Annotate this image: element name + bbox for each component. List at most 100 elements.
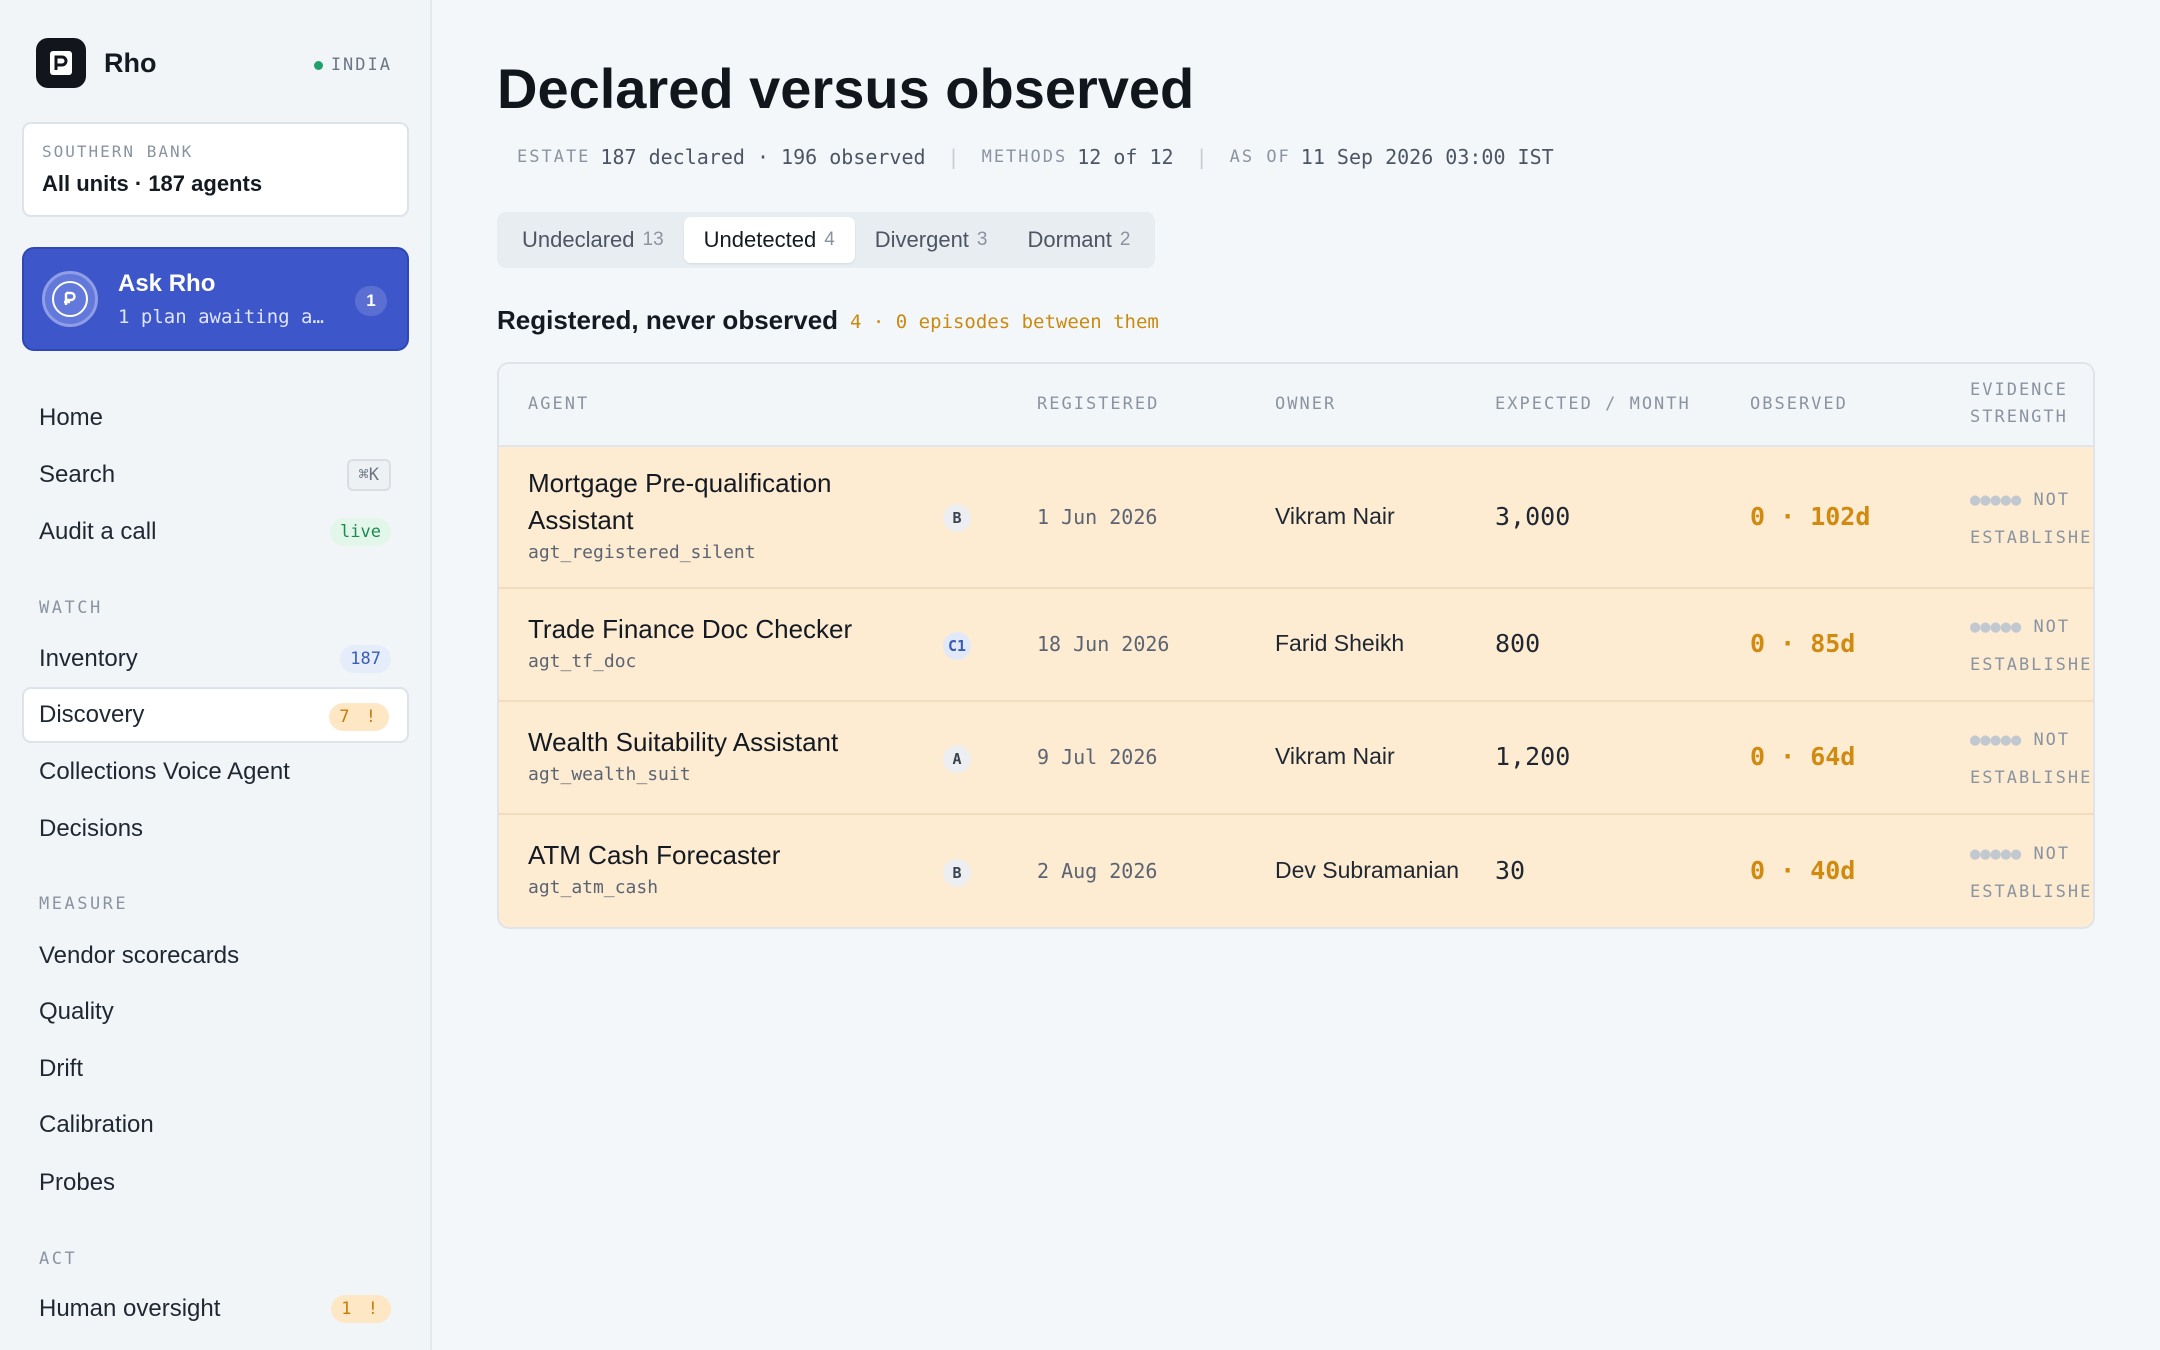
nav-label: Search xyxy=(39,461,116,488)
expected-volume: 3,000 xyxy=(1495,502,1571,531)
table-row[interactable]: Trade Finance Doc Checker agt_tf_doc C1 … xyxy=(499,589,2093,702)
tab-divergent[interactable]: Divergent 3 xyxy=(855,217,1008,263)
table-header: AGENT REGISTERED OWNER EXPECTED / MONTH … xyxy=(499,364,2093,447)
evidence-text: NOT xyxy=(2033,617,2071,637)
evidence-text: ESTABLISHED xyxy=(1970,882,2095,902)
header-line: STRENGTH xyxy=(1970,407,2068,427)
meta-key: AS OF xyxy=(1229,147,1291,167)
shortcut-badge: ⌘K xyxy=(346,459,391,491)
nav-home[interactable]: Home xyxy=(22,390,409,446)
sidebar: Rho INDIA SOUTHERN BANK All units · 187 … xyxy=(0,0,432,1350)
column-header-observed[interactable]: OBSERVED xyxy=(1750,391,1848,418)
nav-label: Human oversight xyxy=(39,1295,221,1322)
observed-value: 0 · 102d xyxy=(1750,502,1871,531)
nav-drift[interactable]: Drift xyxy=(22,1041,409,1097)
agent-name[interactable]: Mortgage Pre-qualification Assistant xyxy=(528,465,898,539)
evidence-strength: ●●●●● NOT ESTABLISHED xyxy=(1970,835,2095,911)
registered-date: 9 Jul 2026 xyxy=(1037,745,1158,769)
nav-search[interactable]: Search ⌘K xyxy=(22,447,409,503)
rho-avatar-icon xyxy=(42,271,98,327)
owner-name: Farid Sheikh xyxy=(1275,630,1405,656)
nav-label: Home xyxy=(39,404,104,431)
strength-dots-icon: ●●●●● xyxy=(1970,617,2022,637)
tab-count: 3 xyxy=(976,229,988,250)
ask-title: Ask Rho xyxy=(118,270,216,297)
alert-badge: 1 ! xyxy=(331,1295,391,1323)
tab-label: Divergent xyxy=(874,227,969,252)
nav-inventory[interactable]: Inventory 187 xyxy=(22,631,409,687)
status-dot-icon xyxy=(313,60,323,70)
column-header-evidence[interactable]: EVIDENCE STRENGTH xyxy=(1970,377,2068,431)
brand-name: Rho xyxy=(104,47,157,78)
evidence-strength: ●●●●● NOT ESTABLISHED xyxy=(1970,721,2095,797)
table-row[interactable]: Mortgage Pre-qualification Assistant agt… xyxy=(499,447,2093,589)
count-badge: 187 xyxy=(340,645,391,673)
page-title: Declared versus observed xyxy=(497,57,1195,120)
section-watch: WATCH xyxy=(39,598,103,618)
header-line: EVIDENCE xyxy=(1970,380,2068,400)
agents-table: AGENT REGISTERED OWNER EXPECTED / MONTH … xyxy=(497,362,2095,929)
agent-id: agt_atm_cash xyxy=(528,877,659,898)
tab-count: 4 xyxy=(824,229,835,250)
live-badge: live xyxy=(330,518,391,546)
tab-undeclared[interactable]: Undeclared 13 xyxy=(502,217,684,263)
column-header-registered[interactable]: REGISTERED xyxy=(1037,391,1159,418)
brand[interactable]: Rho xyxy=(36,38,156,88)
agent-name[interactable]: ATM Cash Forecaster xyxy=(528,837,898,874)
tier-badge: B xyxy=(943,859,971,887)
observed-value: 0 · 85d xyxy=(1750,629,1856,658)
agent-name[interactable]: Wealth Suitability Assistant xyxy=(528,724,898,761)
expected-volume: 800 xyxy=(1495,629,1541,658)
section-measure: MEASURE xyxy=(39,894,129,914)
agent-id: agt_wealth_suit xyxy=(528,764,691,785)
table-row[interactable]: ATM Cash Forecaster agt_atm_cash B 2 Aug… xyxy=(499,815,2095,927)
observed-value: 0 · 64d xyxy=(1750,742,1856,771)
tab-count: 2 xyxy=(1119,229,1131,250)
nav-label: Calibration xyxy=(39,1111,154,1138)
nav-vendor-scorecards[interactable]: Vendor scorecards xyxy=(22,928,409,984)
nav-discovery[interactable]: Discovery 7 ! xyxy=(22,687,409,743)
tab-count: 13 xyxy=(642,229,664,250)
agent-cell: ATM Cash Forecaster agt_atm_cash xyxy=(528,837,898,898)
nav-human-oversight[interactable]: Human oversight 1 ! xyxy=(22,1281,409,1337)
nav-label: Inventory xyxy=(39,645,138,672)
nav-label: Discovery xyxy=(39,701,145,728)
org-scope: All units · 187 agents xyxy=(42,171,263,196)
section-title: Registered, never observed xyxy=(497,305,839,335)
meta-key: METHODS xyxy=(981,147,1068,167)
org-switcher[interactable]: SOUTHERN BANK All units · 187 agents xyxy=(22,122,409,217)
evidence-text: ESTABLISHED xyxy=(1970,655,2095,675)
evidence-text: NOT xyxy=(2033,730,2071,750)
nav-decisions[interactable]: Decisions xyxy=(22,801,409,857)
table-row[interactable]: Wealth Suitability Assistant agt_wealth_… xyxy=(499,702,2093,815)
ask-rho-button[interactable]: Ask Rho 1 plan awaiting a… 1 xyxy=(22,247,409,351)
evidence-text: ESTABLISHED xyxy=(1970,768,2095,788)
column-header-expected[interactable]: EXPECTED / MONTH xyxy=(1495,391,1691,418)
meta-key: ESTATE xyxy=(517,147,591,167)
agent-id: agt_tf_doc xyxy=(528,651,637,672)
column-header-agent[interactable]: AGENT xyxy=(528,391,589,418)
evidence-strength: ●●●●● NOT ESTABLISHED xyxy=(1970,608,2095,684)
nav-calibration[interactable]: Calibration xyxy=(22,1097,409,1153)
nav-probes[interactable]: Probes xyxy=(22,1155,409,1211)
section-note: 4 · 0 episodes between them xyxy=(850,311,1159,333)
nav-quality[interactable]: Quality xyxy=(22,984,409,1040)
meta-value: 11 Sep 2026 03:00 IST xyxy=(1300,145,1554,169)
nav-collections-voice-agent[interactable]: Collections Voice Agent xyxy=(22,744,409,800)
nav-label: Decisions xyxy=(39,815,144,842)
tab-undetected[interactable]: Undetected 4 xyxy=(683,217,855,263)
tab-dormant[interactable]: Dormant 2 xyxy=(1008,217,1151,263)
evidence-strength: ●●●●● NOT ESTABLISHED xyxy=(1970,481,2093,557)
nav-audit-call[interactable]: Audit a call live xyxy=(22,504,409,560)
agent-cell: Wealth Suitability Assistant agt_wealth_… xyxy=(528,724,898,785)
agent-name[interactable]: Trade Finance Doc Checker xyxy=(528,611,898,648)
registered-date: 2 Aug 2026 xyxy=(1037,859,1158,883)
expected-volume: 1,200 xyxy=(1495,742,1571,771)
nav-label: Vendor scorecards xyxy=(39,942,240,969)
tab-label: Dormant xyxy=(1027,227,1112,252)
alert-badge: 7 ! xyxy=(329,703,389,731)
registered-date: 1 Jun 2026 xyxy=(1037,505,1158,529)
divider: | xyxy=(947,145,960,169)
column-header-owner[interactable]: OWNER xyxy=(1275,391,1336,418)
meta-value: 12 of 12 xyxy=(1077,145,1174,169)
